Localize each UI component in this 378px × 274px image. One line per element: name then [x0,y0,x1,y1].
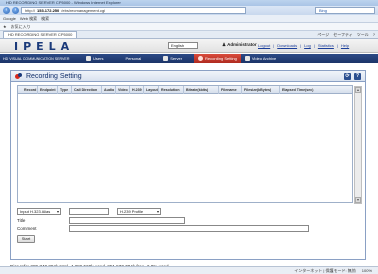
search-engine-label: Bing [319,8,328,13]
address-bar[interactable]: http://153.172.250/ebs/recmanagement.cgi [21,7,246,14]
title-input[interactable] [69,217,185,224]
table-scrollbar[interactable]: ▴ ▾ [354,86,362,204]
panel-header: Recording Setting ⟳ ? [11,71,365,82]
toolbar-item-search[interactable]: 検索 [41,16,49,22]
user-icon: ♟ [222,42,227,47]
url-prefix: http:// [25,8,36,13]
col-endpoint[interactable]: Endpoint [38,85,58,94]
command-bar: ページ セーフティ ツール ? [317,32,375,38]
command-help[interactable]: ? [373,32,375,38]
star-icon[interactable]: ★ [3,24,7,29]
zoom-level[interactable]: 100% [362,268,372,273]
nav-item-recording-setting[interactable]: Recording Setting [194,54,241,63]
url-path: /ebs/recmanagement.cgi [61,8,106,13]
status-zone: インターネット | 保護モード: 無効 [294,267,356,273]
status-bar: インターネット | 保護モード: 無効 100% [0,266,378,274]
profile-select[interactable]: H.239 Profile [117,208,161,215]
recording-panel: Recording Setting ⟳ ? Record ID Endpoint… [10,70,366,260]
users-icon [86,56,91,61]
nav-item-server[interactable]: Server [159,54,186,63]
toolbar-row: Google Web 検索 検索 [0,15,378,23]
col-type[interactable]: Type [58,85,72,94]
table-header: Record ID Endpoint Type Call Direction A… [18,85,352,94]
nav-item-users[interactable]: Users [82,54,107,63]
col-filesize[interactable]: Filesize(kBytes) [242,85,280,94]
address-row: ‹ › http://153.172.250/ebs/recmanagement… [0,6,378,15]
command-page[interactable]: ページ [317,32,329,38]
col-elapsed-time[interactable]: Elapsed Time(sec) [280,86,325,94]
search-box[interactable]: Bing [315,7,375,14]
admin-label: ♟ Administrator [222,42,257,47]
help-link[interactable]: Help [341,43,349,48]
statistics-link[interactable]: Statistics [318,43,334,48]
recording-table: Record ID Endpoint Type Call Direction A… [17,85,362,204]
url-host: 153.172.250 [37,8,60,13]
col-bitrate[interactable]: Bitrate(kbits) [184,85,219,94]
col-resolution[interactable]: Resolution [159,85,184,94]
start-button[interactable]: Start [17,235,35,243]
col-record-id[interactable]: Record ID [18,85,38,94]
brand-bar: IPELA English ♟ Administrator Logout | Do… [0,39,378,53]
browser-tab[interactable]: HD RECORDING SERVER CP5000 [3,31,78,38]
toolbar-item-web-search[interactable]: Web 検索 [20,16,37,22]
scroll-up-icon[interactable]: ▴ [355,87,361,93]
toolbar-item-google[interactable]: Google [3,16,16,21]
source-select[interactable]: Input H.323 Alias [17,208,61,215]
col-filename[interactable]: Filename [219,85,242,94]
command-tools[interactable]: ツール [357,32,369,38]
col-h239[interactable]: H.239 [130,85,144,94]
archive-icon [244,56,250,61]
col-layout[interactable]: Layout [144,85,159,94]
nav-item-personal[interactable]: Personal [121,54,145,63]
log-link[interactable]: Log [304,43,311,48]
forward-icon[interactable]: › [12,7,19,14]
main-nav: HD VISUAL COMMUNICATION SERVER Users Per… [0,54,378,63]
tab-row: HD RECORDING SERVER CP5000 ページ セーフティ ツール… [0,31,378,39]
col-call-direction[interactable]: Call Direction [72,85,102,94]
col-video[interactable]: Video [116,85,130,94]
back-icon[interactable]: ‹ [3,7,10,14]
nav-item-video-archive[interactable]: Video Archive [241,54,280,63]
help-icon[interactable]: ? [354,72,361,80]
system-label: HD VISUAL COMMUNICATION SERVER [3,56,70,61]
logout-link[interactable]: Logout [258,43,270,48]
downloads-link[interactable]: Downloads [277,43,297,48]
window-title: HD RECORDING SERVER CP5000 - Windows Int… [6,0,121,5]
scroll-down-icon[interactable]: ▾ [355,197,361,203]
panel-title: Recording Setting [26,72,82,80]
title-label: Title [17,218,26,223]
favorites-label[interactable]: お気に入り [11,24,31,30]
ipela-logo: IPELA [14,40,75,53]
page-content: IPELA English ♟ Administrator Logout | Do… [0,39,378,274]
recording-icon [15,72,23,80]
language-select[interactable]: English [168,42,198,49]
refresh-icon[interactable]: ⟳ [344,72,351,80]
alias-input[interactable] [69,208,109,215]
server-icon [163,56,169,61]
comment-label: Comment [17,226,37,231]
top-links: Logout | Downloads | Log | Statistics | Help [258,43,350,48]
record-icon [198,56,204,61]
command-safety[interactable]: セーフティ [333,32,353,38]
comment-input[interactable] [69,225,309,232]
col-audio[interactable]: Audio [102,85,116,94]
favorites-bar: ★ お気に入り [0,23,378,31]
